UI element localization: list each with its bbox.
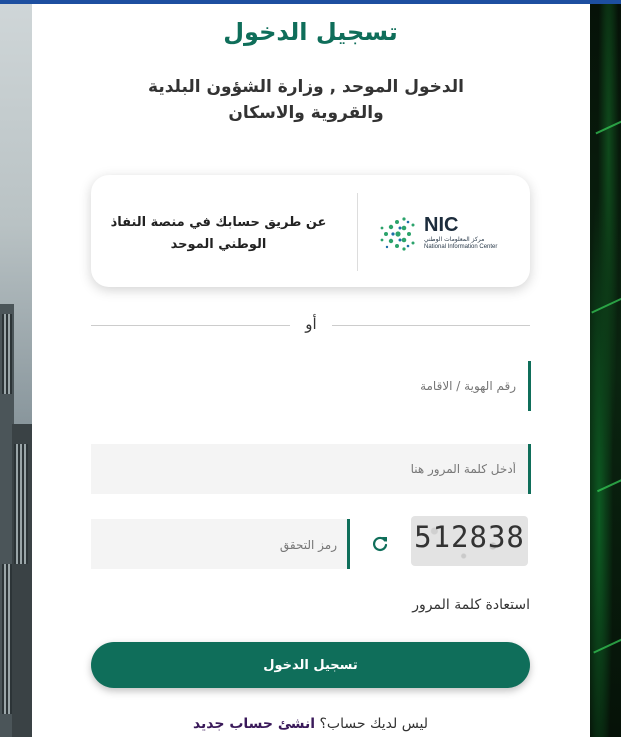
- or-divider-right: [332, 325, 530, 326]
- id-input[interactable]: [91, 361, 528, 411]
- signup-row: ليس لديك حساب؟ انشئ حساب جديد: [0, 716, 621, 732]
- page-subtitle: الدخول الموحد , وزارة الشؤون البلدية وال…: [148, 77, 464, 123]
- background-green-image: [590, 4, 621, 737]
- background-city-image: [0, 4, 32, 737]
- signup-link[interactable]: انشئ حساب جديد: [193, 716, 315, 732]
- signup-question: ليس لديك حساب؟: [319, 716, 429, 732]
- password-input[interactable]: [91, 444, 528, 494]
- refresh-icon[interactable]: [370, 534, 390, 554]
- login-button[interactable]: تسجيل الدخول: [91, 642, 530, 688]
- nafath-card-divider: [357, 193, 358, 271]
- forgot-password-link[interactable]: استعادة كلمة المرور: [412, 597, 530, 613]
- page-title: تسجيل الدخول: [223, 18, 398, 46]
- captcha-input[interactable]: [91, 519, 349, 571]
- captcha-code: 512838: [414, 520, 525, 554]
- nafath-login-text[interactable]: عن طريق حسابك في منصة النفاذ الوطني المو…: [110, 212, 327, 256]
- nic-logo-arabic: مركز المعلومات الوطني: [424, 236, 485, 243]
- captcha-field: [91, 519, 350, 571]
- id-field: [91, 361, 531, 411]
- nic-logo-english: National Information Center: [424, 244, 498, 250]
- password-field: [91, 444, 531, 494]
- nic-logo-name: NIC: [424, 214, 459, 236]
- or-divider-left: [91, 325, 290, 326]
- or-separator: أو: [305, 315, 317, 333]
